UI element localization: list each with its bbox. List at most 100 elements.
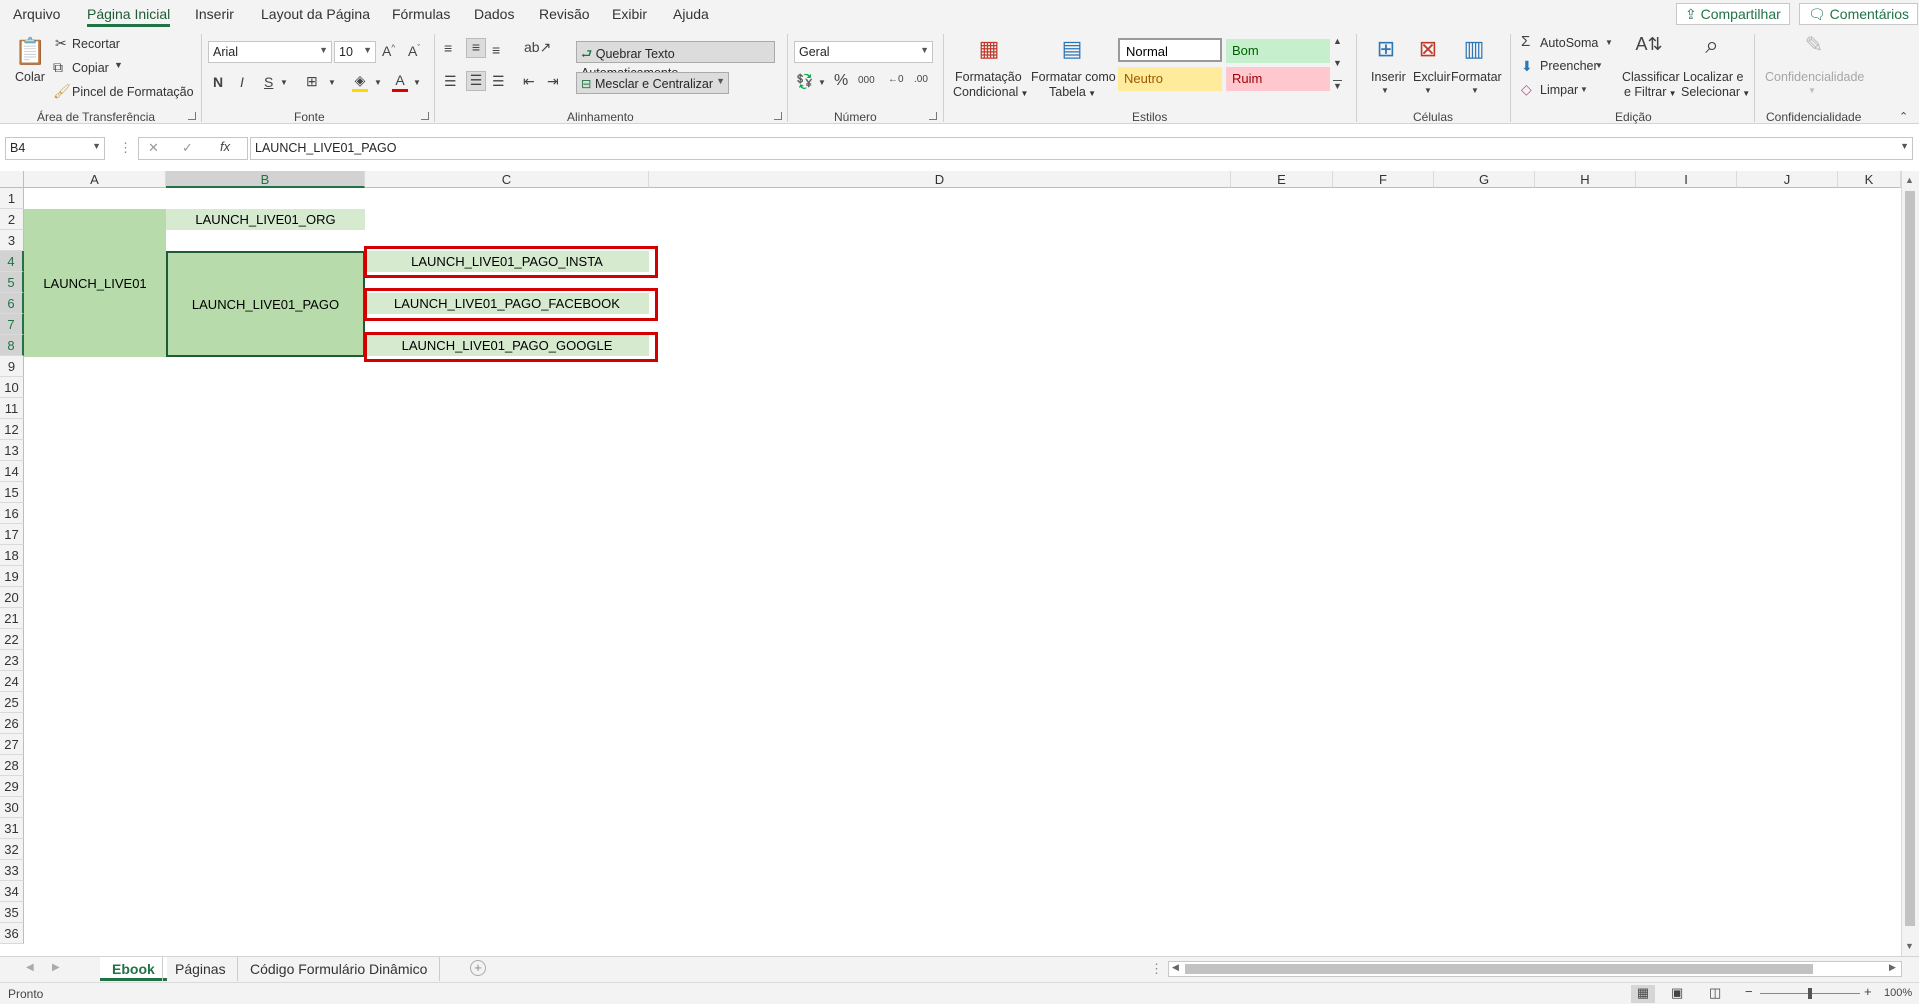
row-header[interactable]: 27 (0, 734, 24, 755)
column-header[interactable]: F (1333, 171, 1434, 188)
number-format-select[interactable]: Geral ▼ (794, 41, 933, 63)
align-center-icon[interactable]: ☰ (466, 71, 486, 91)
menu-revisao[interactable]: Revisão (539, 6, 590, 22)
increase-font-icon[interactable]: A^ (382, 43, 395, 59)
row-header[interactable]: 12 (0, 419, 24, 440)
row-header[interactable]: 35 (0, 902, 24, 923)
dialog-launcher-icon[interactable] (929, 112, 937, 120)
dialog-launcher-icon[interactable] (421, 112, 429, 120)
cell-b4-merged[interactable]: LAUNCH_LIVE01_PAGO (166, 251, 365, 357)
scroll-down-icon[interactable]: ▼ (1333, 58, 1342, 68)
menu-inserir[interactable]: Inserir (195, 6, 234, 22)
chevron-down-icon[interactable]: ▼ (1424, 86, 1432, 95)
wrap-text-button[interactable]: ⮐ Quebrar Texto Automaticamente (576, 41, 775, 80)
decrease-indent-icon[interactable]: ⇤ (523, 73, 535, 90)
italic-button[interactable]: I (240, 74, 244, 90)
horizontal-scroll-thumb[interactable] (1185, 964, 1813, 974)
spreadsheet-grid[interactable]: A B C D E F G H I J K 1 2 3 4 5 6 7 8 9 10 11 12 13 1… (0, 171, 1919, 956)
row-header[interactable]: 20 (0, 587, 24, 608)
row-header[interactable]: 6 (0, 293, 24, 314)
menu-pagina-inicial[interactable]: Página Inicial (87, 6, 171, 27)
fill-color-icon[interactable]: ◈ (352, 72, 368, 92)
chevron-down-icon[interactable]: ▼ (374, 78, 382, 87)
style-bad[interactable]: Ruim (1226, 67, 1330, 91)
chevron-down-icon[interactable]: ▼ (413, 78, 421, 87)
collapse-ribbon-icon[interactable]: ⌃ (1899, 110, 1908, 123)
chevron-down-icon[interactable]: ▼ (328, 78, 336, 87)
column-header[interactable]: K (1838, 171, 1901, 188)
copy-button[interactable]: Copiar (72, 61, 109, 75)
align-bottom-icon[interactable]: ≡ (492, 42, 500, 58)
cell-b2[interactable]: LAUNCH_LIVE01_ORG (166, 209, 365, 230)
comments-button[interactable]: 🗨 Comentários (1799, 3, 1919, 25)
bold-button[interactable]: N (213, 74, 223, 90)
scroll-up-icon[interactable]: ▲ (1333, 36, 1342, 46)
format-painter-button[interactable]: Pincel de Formatação (72, 85, 194, 99)
next-sheet-icon[interactable]: ▶ (52, 962, 60, 973)
row-header[interactable]: 26 (0, 713, 24, 734)
cut-button[interactable]: Recortar (72, 37, 120, 51)
row-header[interactable]: 31 (0, 818, 24, 839)
menu-dados[interactable]: Dados (474, 6, 514, 22)
prev-sheet-icon[interactable]: ◀ (26, 962, 34, 973)
insert-cells-icon[interactable]: ⊞ (1370, 36, 1402, 64)
clear-button[interactable]: Limpar (1540, 83, 1578, 97)
font-color-icon[interactable]: A (392, 72, 408, 92)
insert-cells-button[interactable]: Inserir (1371, 70, 1406, 84)
column-header[interactable]: E (1231, 171, 1333, 188)
row-header[interactable]: 16 (0, 503, 24, 524)
column-header[interactable]: G (1434, 171, 1535, 188)
row-header[interactable]: 25 (0, 692, 24, 713)
menu-formulas[interactable]: Fórmulas (392, 6, 450, 22)
underline-button[interactable]: S (264, 74, 273, 90)
row-header[interactable]: 22 (0, 629, 24, 650)
row-header[interactable]: 11 (0, 398, 24, 419)
column-header[interactable]: C (365, 171, 649, 188)
increase-decimal-icon[interactable]: ←0 (888, 74, 904, 85)
style-normal[interactable]: Normal (1118, 38, 1222, 62)
chevron-down-icon[interactable]: ▼ (1381, 86, 1389, 95)
format-table-button[interactable]: Formatar como (1031, 70, 1116, 84)
row-header[interactable]: 9 (0, 356, 24, 377)
more-styles-icon[interactable]: ▼ (1333, 80, 1342, 91)
row-header[interactable]: 21 (0, 608, 24, 629)
thousands-icon[interactable]: 000 (858, 75, 875, 86)
orientation-icon[interactable]: ab↗ (524, 39, 551, 56)
sheet-tab-codigo[interactable]: Código Formulário Dinâmico (237, 957, 441, 981)
style-good[interactable]: Bom (1226, 39, 1330, 63)
row-header[interactable]: 34 (0, 881, 24, 902)
row-header[interactable]: 5 (0, 272, 24, 293)
enter-icon[interactable]: ✓ (182, 140, 193, 156)
currency-icon[interactable]: 💱 (796, 73, 813, 90)
column-header[interactable]: H (1535, 171, 1636, 188)
decrease-font-icon[interactable]: Aˇ (408, 43, 420, 59)
merge-center-button[interactable]: ⊟ Mesclar e Centralizar ▼ (576, 72, 729, 94)
row-header[interactable]: 14 (0, 461, 24, 482)
scroll-left-arrow-icon[interactable]: ◀ (1172, 962, 1179, 973)
menu-arquivo[interactable]: Arquivo (13, 6, 60, 22)
row-header[interactable]: 30 (0, 797, 24, 818)
menu-layout[interactable]: Layout da Página (261, 6, 370, 22)
paste-button[interactable]: Colar (15, 70, 45, 84)
zoom-out-icon[interactable]: − (1745, 984, 1753, 999)
formula-input[interactable]: LAUNCH_LIVE01_PAGO ▼ (250, 137, 1913, 160)
page-break-view-icon[interactable]: ◫ (1709, 985, 1721, 1001)
chevron-down-icon[interactable]: ▼ (1471, 86, 1479, 95)
row-header[interactable]: 24 (0, 671, 24, 692)
row-header[interactable]: 2 (0, 209, 24, 230)
align-right-icon[interactable]: ☰ (492, 73, 505, 90)
scroll-right-arrow-icon[interactable]: ▶ (1889, 962, 1896, 973)
align-left-icon[interactable]: ☰ (444, 73, 457, 90)
autosum-button[interactable]: AutoSoma (1540, 36, 1598, 50)
format-table-icon[interactable]: ▤ (1056, 36, 1088, 64)
chevron-down-icon[interactable]: ▼ (818, 78, 826, 87)
chevron-down-icon[interactable]: ▼ (1605, 38, 1613, 47)
align-top-icon[interactable]: ≡ (444, 40, 452, 56)
format-cells-icon[interactable]: ▥ (1458, 36, 1490, 64)
borders-icon[interactable]: ⊞ (306, 73, 318, 90)
sort-filter-button[interactable]: Classificar (1622, 70, 1680, 84)
zoom-level[interactable]: 100% (1884, 987, 1912, 999)
font-name-select[interactable]: Arial ▼ (208, 41, 332, 63)
vertical-scroll-thumb[interactable] (1905, 191, 1915, 926)
chevron-down-icon[interactable]: ▼ (114, 60, 123, 70)
